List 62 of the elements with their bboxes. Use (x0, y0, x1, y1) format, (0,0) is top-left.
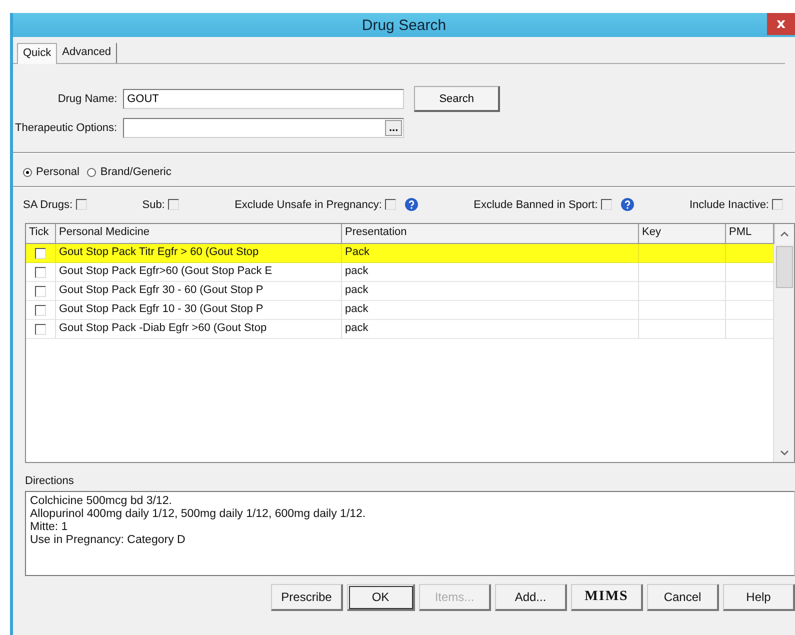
table-row[interactable]: Gout Stop Pack -Diab Egfr >60 (Gout Stop pack (26, 320, 774, 339)
radio-label[interactable]: Brand/Generic (100, 166, 172, 178)
radio-button[interactable] (87, 168, 96, 176)
table-row[interactable]: Gout Stop Pack Titr Egfr > 60 (Gout Stop Pack (26, 244, 774, 263)
search-button[interactable]: Search (414, 86, 500, 112)
table-cell: Gout Stop Pack Egfr 10 - 30 (Gout Stop P (59, 303, 264, 315)
checkbox[interactable] (384, 199, 396, 210)
directions-box[interactable]: Colchicine 500mcg bd 3/12. Allopurinol 400mg daily 1/12, 500mg daily 1/12, 600mg daily 1/12. Mitte: 1 Use in Pregnancy: Category D (25, 491, 795, 576)
checkbox[interactable] (35, 304, 46, 316)
table-row[interactable]: Gout Stop Pack Egfr>60 (Gout Stop Pack E pack (26, 263, 774, 282)
table-row[interactable]: Gout Stop Pack Egfr 30 - 60 (Gout Stop P pack (26, 282, 774, 301)
filter-label: Exclude Unsafe in Pregnancy: (234, 198, 382, 210)
checkbox[interactable] (772, 199, 783, 210)
radio-button[interactable] (23, 168, 32, 176)
dialog-button[interactable]: Prescribe (271, 584, 343, 611)
scrollbar[interactable] (773, 244, 794, 462)
section-label: Directions (24, 474, 75, 489)
table-cell: Pack (345, 246, 370, 258)
input-field[interactable]: ... (123, 118, 404, 138)
directions-line: Allopurinol 400mg daily 1/12, 500mg daily 1/12, 600mg daily 1/12. (30, 508, 367, 521)
table-cell: Gout Stop Pack Titr Egfr > 60 (Gout Stop (59, 246, 259, 258)
filter-label: Sub: (142, 198, 165, 210)
filter-label: Include Inactive: (690, 198, 769, 210)
checkbox[interactable] (76, 199, 87, 210)
dialog-button[interactable]: OK (347, 584, 415, 611)
table-cell: Gout Stop Pack -Diab Egfr >60 (Gout Stop (59, 322, 267, 334)
window-title: Drug Search (362, 16, 446, 34)
radio-label[interactable]: Personal (36, 166, 80, 178)
checkbox[interactable] (600, 199, 612, 210)
directions-line: Mitte: 1 (30, 521, 69, 534)
scroll-down-icon[interactable] (780, 450, 788, 456)
table-cell: pack (345, 265, 368, 277)
checkbox[interactable] (35, 324, 46, 334)
table-cell: pack (345, 303, 368, 315)
scroll-up-icon[interactable] (780, 231, 789, 237)
close-button[interactable]: x (767, 13, 795, 35)
table-cell: pack (345, 322, 368, 334)
table-cell: pack (345, 284, 368, 296)
dialog-button[interactable]: Help (723, 584, 795, 611)
table-row[interactable]: Gout Stop Pack Egfr 10 - 30 (Gout Stop P pack (26, 301, 774, 320)
table-cell: Gout Stop Pack Egfr 30 - 60 (Gout Stop P (59, 284, 264, 296)
directions-line: Colchicine 500mcg bd 3/12. (30, 495, 173, 508)
filter-label: Exclude Banned in Sport: (474, 198, 598, 210)
help-icon[interactable] (620, 198, 634, 211)
scroll-thumb[interactable] (776, 246, 792, 288)
tab[interactable]: Quick (17, 43, 58, 64)
browse-button[interactable]: ... (384, 120, 402, 136)
checkbox[interactable] (35, 266, 46, 278)
directions-line: Use in Pregnancy: Category D (30, 534, 186, 547)
tab[interactable]: Advanced (57, 43, 118, 63)
filter-label: SA Drugs: (23, 198, 73, 210)
help-icon[interactable] (404, 198, 418, 211)
checkbox[interactable] (35, 248, 46, 258)
table-cell: Gout Stop Pack Egfr>60 (Gout Stop Pack E (59, 265, 272, 277)
input-field[interactable]: GOUT (123, 89, 404, 109)
dialog-button[interactable]: Cancel (647, 584, 719, 611)
field-label: Therapeutic Options: (14, 122, 118, 134)
field-label: Drug Name: (58, 93, 118, 105)
dialog-button[interactable]: Add... (495, 584, 567, 611)
logo-button[interactable]: MIMS (571, 584, 643, 611)
checkbox[interactable] (35, 286, 46, 296)
checkbox[interactable] (168, 199, 179, 210)
